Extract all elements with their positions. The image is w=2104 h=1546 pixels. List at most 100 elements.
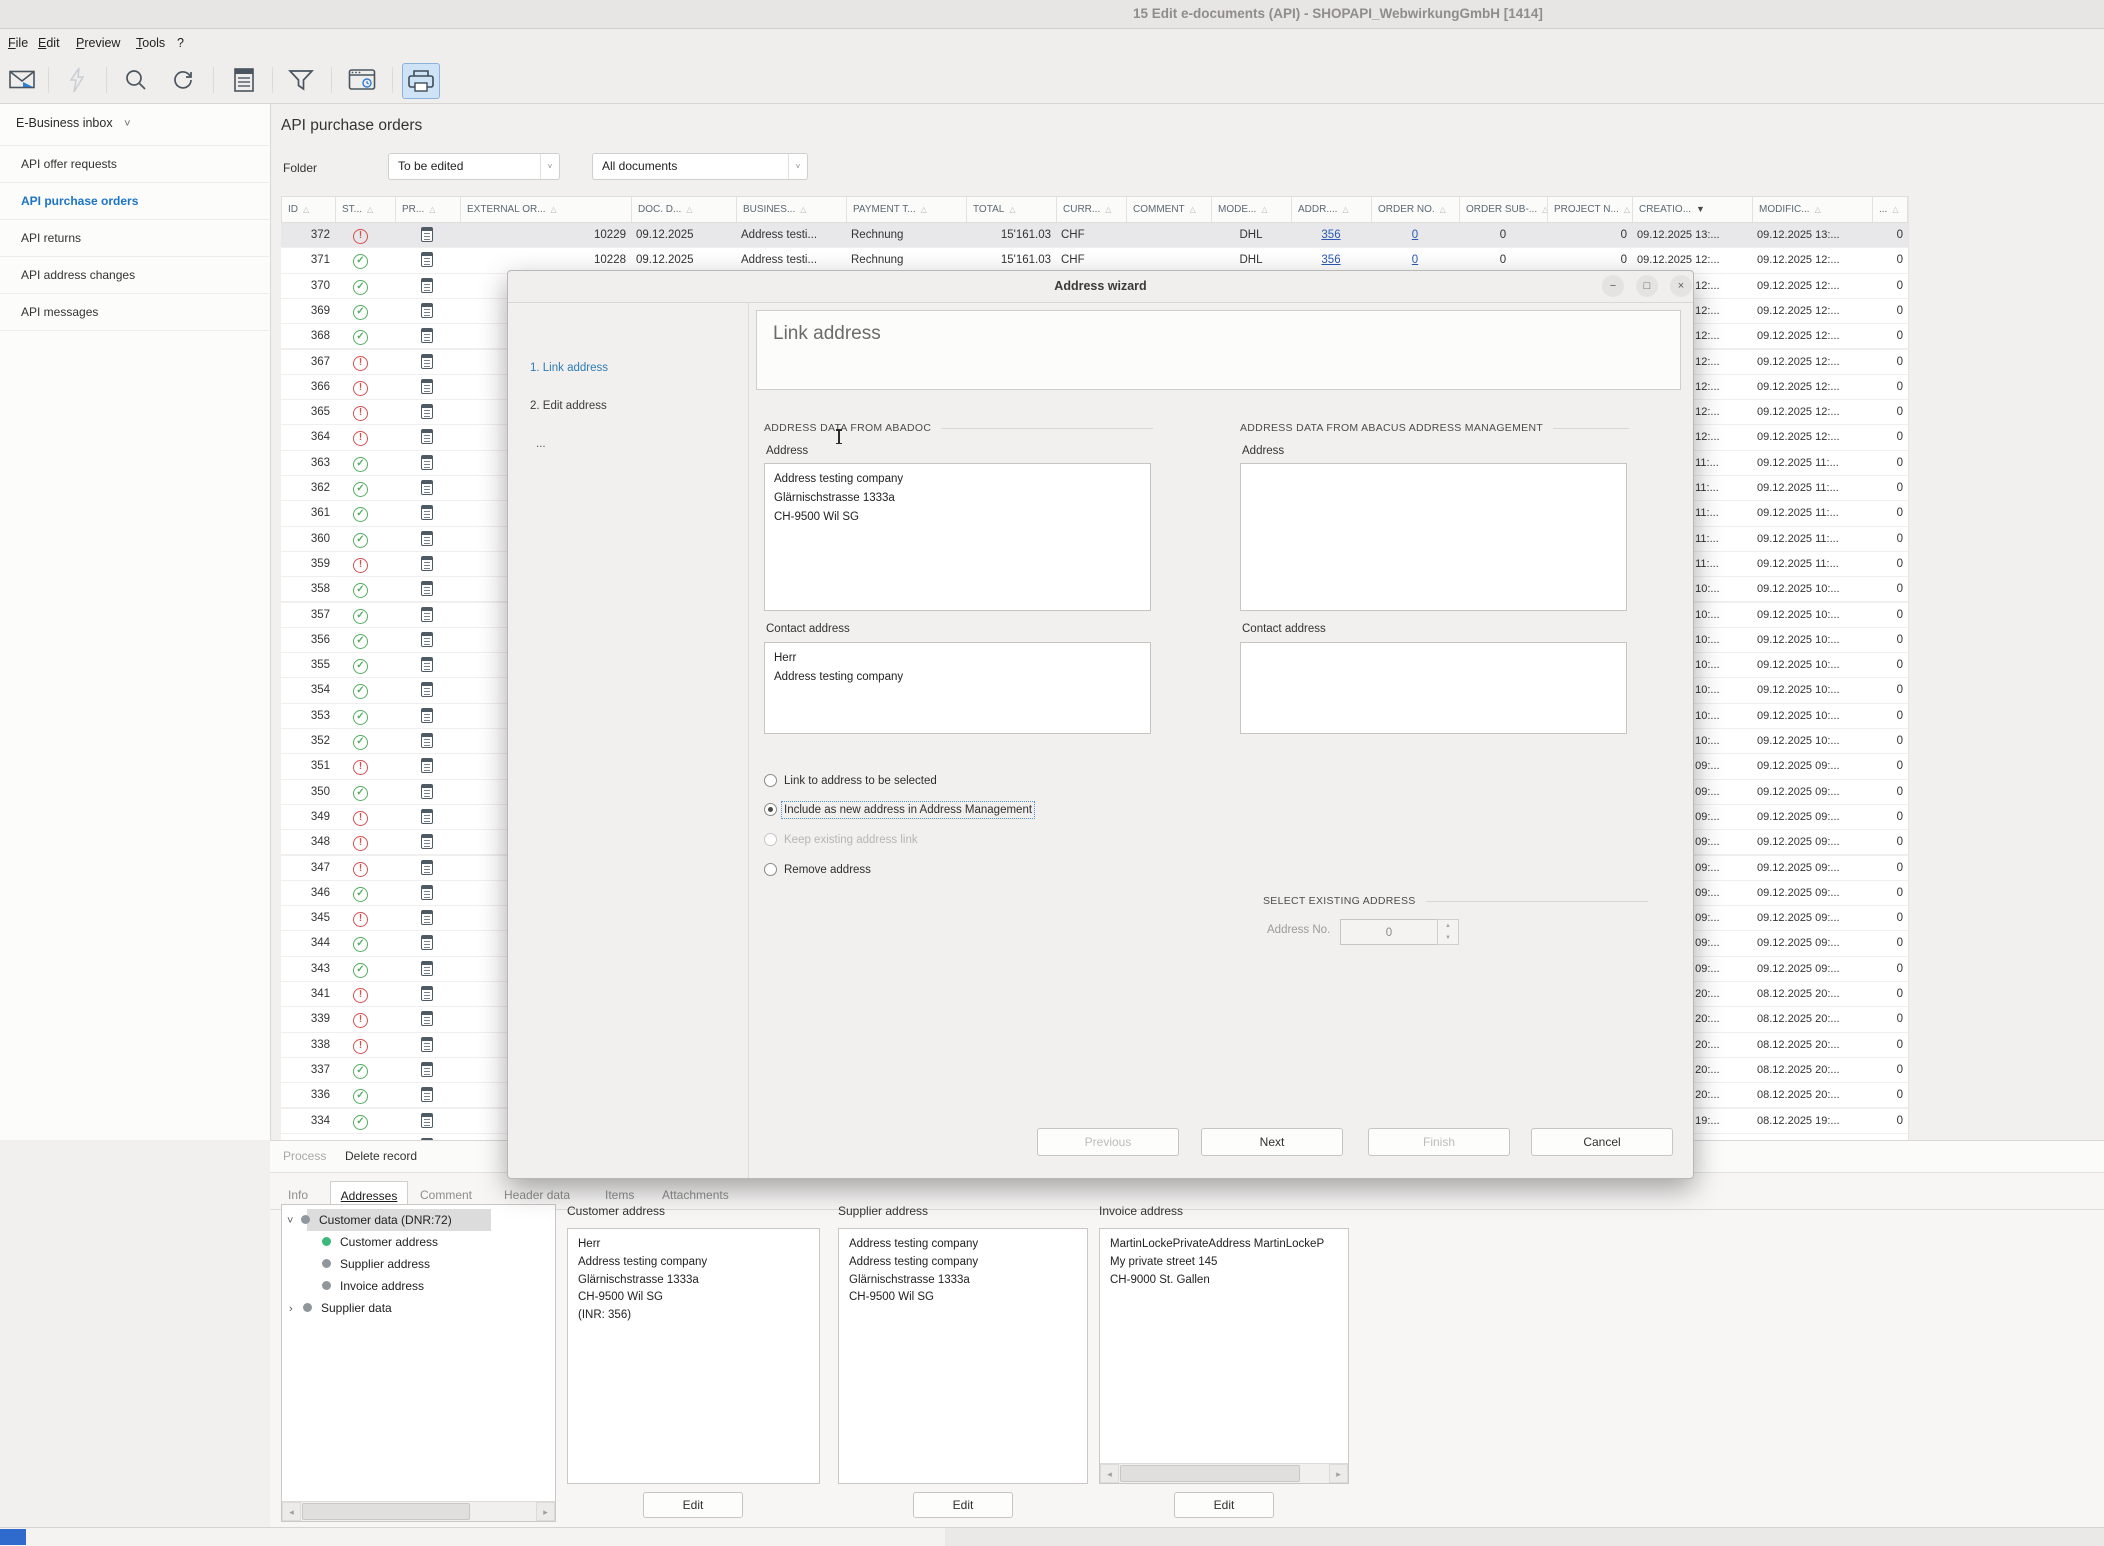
- abacus-contact-textarea[interactable]: [1240, 642, 1627, 734]
- document-icon[interactable]: [421, 758, 433, 773]
- column-header[interactable]: ST...△: [336, 197, 396, 222]
- stepper-up-icon[interactable]: ▲: [1438, 920, 1458, 932]
- supplier-address-edit-button[interactable]: Edit: [913, 1492, 1013, 1518]
- menu-edit[interactable]: Edit: [34, 29, 64, 58]
- cancel-button[interactable]: Cancel: [1531, 1128, 1673, 1156]
- scroll-right-icon[interactable]: ▸: [536, 1502, 555, 1521]
- column-header[interactable]: COMMENT△: [1127, 197, 1212, 222]
- scrollbar-thumb[interactable]: [302, 1503, 470, 1520]
- folder-select[interactable]: To be edited ˅: [388, 153, 560, 180]
- document-icon[interactable]: [421, 809, 433, 824]
- column-header[interactable]: PROJECT N...△: [1548, 197, 1633, 222]
- sidebar-item-api-purchase-orders[interactable]: API purchase orders: [0, 182, 269, 219]
- radio-include-as-new-address[interactable]: Include as new address in Address Manage…: [764, 801, 1032, 818]
- document-icon[interactable]: [421, 278, 433, 293]
- tree-item-customer-address[interactable]: Customer address: [322, 1231, 438, 1253]
- step-link-address[interactable]: 1. Link address: [530, 362, 608, 374]
- document-icon[interactable]: [421, 227, 433, 242]
- chevron-right-icon[interactable]: ›: [289, 1298, 303, 1320]
- column-header[interactable]: ORDER SUB-...△: [1460, 197, 1548, 222]
- column-header[interactable]: BUSINES...△: [737, 197, 847, 222]
- column-header[interactable]: CURR...△: [1057, 197, 1127, 222]
- document-icon[interactable]: [421, 885, 433, 900]
- invoice-horizontal-scrollbar[interactable]: ◂ ▸: [1100, 1463, 1348, 1483]
- close-icon[interactable]: ×: [1670, 275, 1692, 297]
- documents-select[interactable]: All documents ˅: [592, 153, 808, 180]
- document-icon[interactable]: [421, 935, 433, 950]
- scroll-left-icon[interactable]: ◂: [282, 1502, 301, 1521]
- document-icon[interactable]: [421, 455, 433, 470]
- document-icon[interactable]: [421, 1037, 433, 1052]
- column-header[interactable]: ADDR....△: [1292, 197, 1372, 222]
- order-link[interactable]: 0: [1412, 254, 1418, 266]
- tree-item-supplier-data[interactable]: ›Supplier data: [289, 1297, 392, 1319]
- document-icon[interactable]: [421, 834, 433, 849]
- column-header[interactable]: TOTAL△: [967, 197, 1057, 222]
- document-icon[interactable]: [421, 556, 433, 571]
- document-icon[interactable]: [421, 1011, 433, 1026]
- radio-remove-address[interactable]: Remove address: [764, 861, 871, 878]
- window-schedule-icon[interactable]: [344, 63, 380, 97]
- column-header[interactable]: ...△: [1873, 197, 1909, 222]
- tree-item-invoice-address[interactable]: Invoice address: [322, 1275, 424, 1297]
- menu-preview[interactable]: Preview: [72, 29, 124, 58]
- chevron-down-icon[interactable]: ˅: [287, 1210, 301, 1232]
- column-header[interactable]: CREATIO...▼: [1633, 197, 1753, 222]
- radio-icon[interactable]: [764, 774, 777, 787]
- customer-address-edit-button[interactable]: Edit: [643, 1492, 743, 1518]
- process-button[interactable]: Process: [283, 1141, 326, 1172]
- radio-icon[interactable]: [764, 863, 777, 876]
- document-icon[interactable]: [421, 986, 433, 1001]
- document-icon[interactable]: [421, 303, 433, 318]
- document-icon[interactable]: [421, 860, 433, 875]
- document-icon[interactable]: [421, 733, 433, 748]
- radio-link-to-address[interactable]: Link to address to be selected: [764, 772, 937, 789]
- document-icon[interactable]: [421, 1087, 433, 1102]
- column-header[interactable]: MODIFIC...△: [1753, 197, 1873, 222]
- scrollbar-thumb[interactable]: [1120, 1465, 1300, 1482]
- tree-horizontal-scrollbar[interactable]: ◂ ▸: [282, 1501, 555, 1521]
- minimize-icon[interactable]: −: [1602, 275, 1624, 297]
- address-link[interactable]: 356: [1321, 254, 1340, 266]
- invoice-address-edit-button[interactable]: Edit: [1174, 1492, 1274, 1518]
- menu-file[interactable]: File: [4, 29, 32, 58]
- step-edit-address[interactable]: 2. Edit address: [530, 400, 607, 412]
- document-icon[interactable]: [421, 379, 433, 394]
- stepper-down-icon[interactable]: ▼: [1438, 932, 1458, 944]
- document-icon[interactable]: [421, 429, 433, 444]
- document-icon[interactable]: [421, 328, 433, 343]
- document-icon[interactable]: [421, 657, 433, 672]
- column-header[interactable]: ORDER NO.△: [1372, 197, 1460, 222]
- mail-icon[interactable]: [4, 63, 40, 97]
- sidebar-header[interactable]: E-Business inbox ˅: [16, 116, 131, 130]
- document-icon[interactable]: [421, 607, 433, 622]
- order-link[interactable]: 0: [1412, 229, 1418, 241]
- abadoc-address-textarea[interactable]: Address testing company Glärnischstrasse…: [764, 463, 1151, 611]
- menu-tools[interactable]: Tools: [132, 29, 169, 58]
- document-icon[interactable]: [421, 1062, 433, 1077]
- delete-record-button[interactable]: Delete record: [345, 1141, 417, 1172]
- document-icon[interactable]: [421, 961, 433, 976]
- abacus-address-textarea[interactable]: [1240, 463, 1627, 611]
- abadoc-contact-textarea[interactable]: Herr Address testing company: [764, 642, 1151, 734]
- refresh-icon[interactable]: [165, 63, 201, 97]
- table-row[interactable]: 372!1022909.12.2025Address testi...Rechn…: [281, 223, 1908, 248]
- document-icon[interactable]: [421, 784, 433, 799]
- scroll-left-icon[interactable]: ◂: [1100, 1464, 1119, 1483]
- column-header[interactable]: ID△: [282, 197, 336, 222]
- tree-item-customer-data[interactable]: ˅Customer data (DNR:72): [287, 1209, 452, 1231]
- document-icon[interactable]: [421, 708, 433, 723]
- document-icon[interactable]: [421, 354, 433, 369]
- document-icon[interactable]: [421, 682, 433, 697]
- scroll-right-icon[interactable]: ▸: [1329, 1464, 1348, 1483]
- column-header[interactable]: PR...△: [396, 197, 461, 222]
- search-icon[interactable]: [118, 63, 154, 97]
- radio-checked-icon[interactable]: [764, 803, 777, 816]
- address-link[interactable]: 356: [1321, 229, 1340, 241]
- finish-button[interactable]: Finish: [1368, 1128, 1510, 1156]
- document-icon[interactable]: [421, 505, 433, 520]
- sidebar-item-api-offer-requests[interactable]: API offer requests: [0, 145, 269, 182]
- tree-item-supplier-address[interactable]: Supplier address: [322, 1253, 430, 1275]
- previous-button[interactable]: Previous: [1037, 1128, 1179, 1156]
- document-icon[interactable]: [421, 910, 433, 925]
